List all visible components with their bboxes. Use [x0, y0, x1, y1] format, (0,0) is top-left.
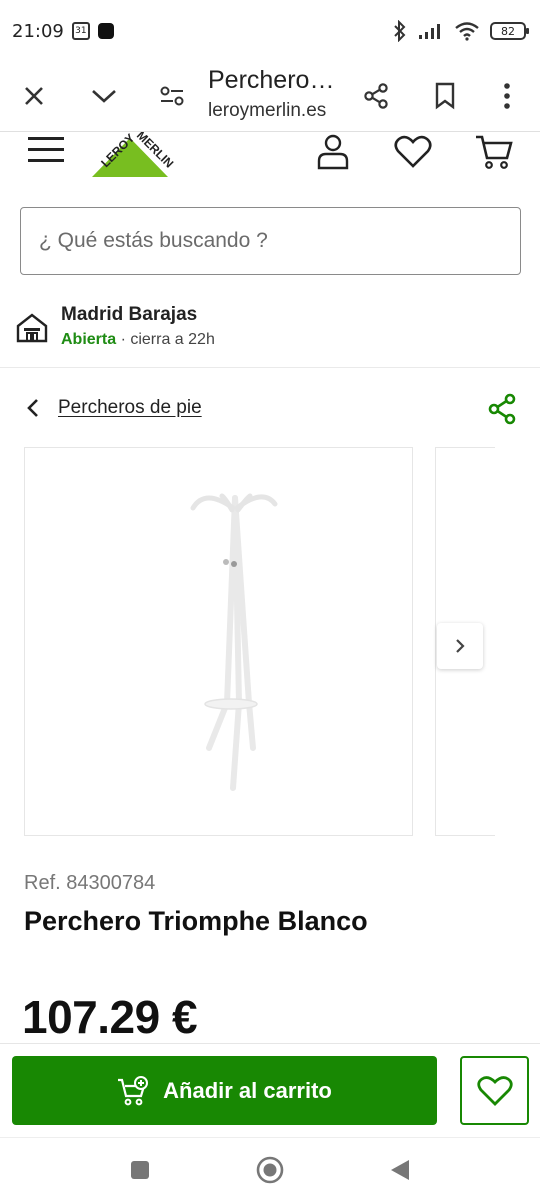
account-icon[interactable] [313, 132, 353, 172]
heart-icon [476, 1075, 513, 1106]
store-separator: · [116, 331, 131, 348]
browser-toolbar: Perchero… leroymerlin.es [0, 62, 540, 132]
site-header: LEROY MERLIN [0, 132, 540, 192]
share-icon[interactable] [358, 78, 394, 114]
chevron-right-icon [456, 639, 465, 653]
close-icon[interactable] [16, 78, 52, 114]
gallery-next-button[interactable] [437, 623, 483, 669]
menu-icon[interactable] [28, 134, 64, 164]
home-circle-icon [256, 1156, 284, 1184]
store-selector[interactable]: Madrid Barajas Abierta · cierra a 22h [0, 296, 540, 368]
search-input[interactable] [21, 208, 520, 274]
product-share-icon[interactable] [486, 393, 518, 425]
leroy-merlin-logo[interactable]: LEROY MERLIN [82, 132, 178, 180]
status-bar: 21:09 31 82 [0, 0, 540, 62]
product-image[interactable] [24, 447, 413, 836]
more-vert-icon[interactable] [489, 78, 525, 114]
store-status: Abierta · cierra a 22h [61, 331, 215, 349]
wishlist-button[interactable] [460, 1056, 529, 1125]
signal-icon [419, 24, 440, 39]
chevron-down-icon[interactable] [86, 78, 122, 114]
product-price: 107.29 € [22, 991, 198, 1042]
heart-icon[interactable] [393, 132, 433, 172]
cart-icon[interactable] [474, 132, 514, 172]
system-nav-bar [0, 1137, 540, 1200]
product-name: Perchero Triomphe Blanco [24, 906, 368, 936]
product-ref: Ref. 84300784 [24, 872, 156, 894]
action-bar: Añadir al carrito [0, 1043, 540, 1137]
breadcrumb[interactable]: Percheros de pie [22, 392, 202, 424]
battery-icon: 82 [490, 22, 529, 40]
page-title[interactable]: Perchero… [208, 66, 334, 95]
page-domain[interactable]: leroymerlin.es [208, 100, 326, 122]
add-to-cart-label: Añadir al carrito [163, 1077, 332, 1103]
bookmark-icon[interactable] [427, 78, 463, 114]
square-icon [131, 1161, 149, 1179]
store-hours: cierra a 22h [130, 331, 215, 348]
bluetooth-icon [394, 20, 406, 42]
coat-rack-image [190, 493, 278, 791]
home-button[interactable] [254, 1154, 286, 1186]
store-open-label: Abierta [61, 331, 117, 348]
notification-icon [97, 23, 114, 39]
search-box [20, 207, 521, 275]
wifi-icon [455, 22, 479, 41]
add-cart-icon [118, 1075, 149, 1105]
back-button[interactable] [384, 1154, 416, 1186]
status-time: 21:09 [12, 20, 64, 42]
store-icon [16, 313, 48, 343]
calendar-icon: 31 [71, 22, 90, 40]
chevron-left-icon [27, 399, 38, 417]
breadcrumb-link[interactable]: Percheros de pie [58, 397, 202, 419]
recents-button[interactable] [124, 1154, 156, 1186]
back-triangle-icon [391, 1160, 409, 1180]
status-icons: 82 [392, 20, 529, 42]
tune-icon[interactable] [154, 78, 190, 114]
add-to-cart-button[interactable]: Añadir al carrito [12, 1056, 437, 1125]
store-name: Madrid Barajas [61, 304, 198, 325]
